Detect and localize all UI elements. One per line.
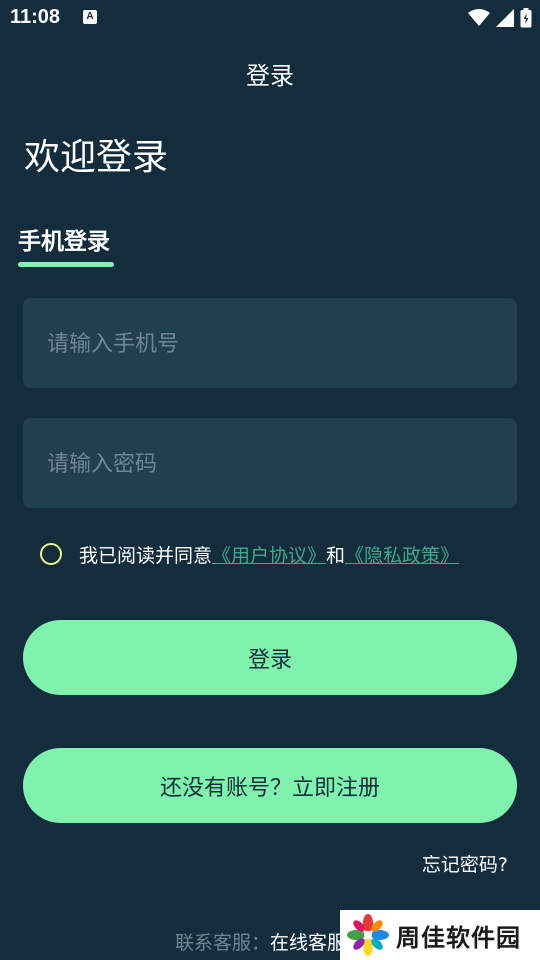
status-bar: 11:08 A xyxy=(0,0,540,36)
welcome-heading: 欢迎登录 xyxy=(24,137,169,178)
agreement-checkbox[interactable] xyxy=(40,543,62,565)
contact-label: 联系客服： xyxy=(175,932,271,954)
agreement-and: 和 xyxy=(326,544,346,567)
contact-support: 联系客服：在线客服 xyxy=(175,928,346,955)
signal-icon xyxy=(496,9,514,27)
notification-a-icon: A xyxy=(83,10,97,24)
watermark: 周佳软件园 xyxy=(340,910,540,960)
status-time: 11:08 xyxy=(10,6,61,28)
page-title: 登录 xyxy=(246,62,294,90)
watermark-logo-icon xyxy=(347,914,389,956)
watermark-text: 周佳软件园 xyxy=(396,923,521,952)
status-icons xyxy=(468,6,532,30)
login-button[interactable]: 登录 xyxy=(23,620,517,695)
register-button[interactable]: 还没有账号？立即注册 xyxy=(23,748,517,823)
password-field-container xyxy=(23,418,517,510)
wifi-icon xyxy=(468,9,490,26)
forgot-password-link[interactable]: 忘记密码? xyxy=(422,850,508,877)
phone-field-container xyxy=(23,298,517,390)
user-agreement-link[interactable]: 《用户协议》 xyxy=(212,541,326,568)
agreement-row: 我已阅读并同意 《用户协议》 和 《隐私政策》 xyxy=(40,540,459,568)
privacy-policy-link[interactable]: 《隐私政策》 xyxy=(345,541,459,568)
agreement-prefix: 我已阅读并同意 xyxy=(79,544,213,567)
battery-icon xyxy=(520,8,532,28)
tab-phone-login[interactable]: 手机登录 xyxy=(18,222,110,256)
tab-active-indicator xyxy=(18,262,114,267)
password-input[interactable] xyxy=(45,418,499,510)
contact-online-link[interactable]: 在线客服 xyxy=(270,932,346,954)
phone-input[interactable] xyxy=(45,298,499,390)
